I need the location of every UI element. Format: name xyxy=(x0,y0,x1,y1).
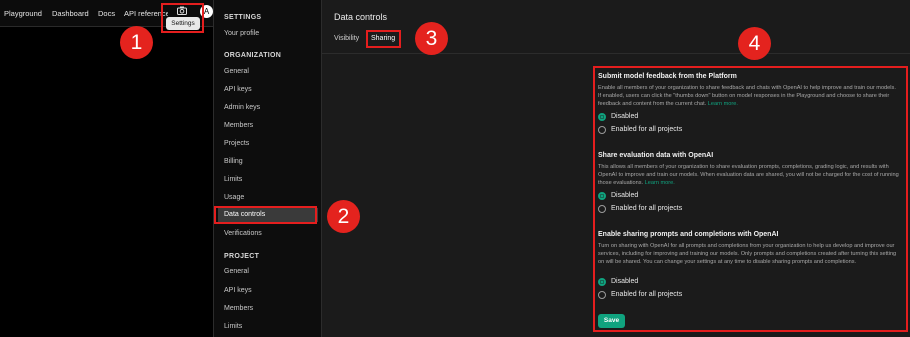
background-canvas xyxy=(0,0,213,337)
sidebar-item-members[interactable]: Members xyxy=(224,122,253,129)
sidebar-item-admin-keys[interactable]: Admin keys xyxy=(224,104,260,111)
sidebar-item-your-profile[interactable]: Your profile xyxy=(224,30,259,37)
sidebar-item-projects[interactable]: Projects xyxy=(224,140,249,147)
sidebar-item-project-members[interactable]: Members xyxy=(224,305,253,312)
nav-dashboard[interactable]: Dashboard xyxy=(52,9,89,18)
section-header-settings: SETTINGS xyxy=(224,14,262,21)
callout-badge-2: 2 xyxy=(327,200,360,233)
highlight-box-data-controls xyxy=(214,206,317,224)
sidebar-item-project-api-keys[interactable]: API keys xyxy=(224,287,252,294)
nav-docs[interactable]: Docs xyxy=(98,9,115,18)
page-title: Data controls xyxy=(334,12,388,22)
sidebar-item-project-general[interactable]: General xyxy=(224,268,249,275)
callout-badge-1: 1 xyxy=(120,26,153,59)
tab-visibility[interactable]: Visibility xyxy=(334,35,359,42)
section-header-organization: ORGANIZATION xyxy=(224,52,282,59)
sidebar-item-usage[interactable]: Usage xyxy=(224,194,244,201)
sidebar-item-project-limits[interactable]: Limits xyxy=(224,323,242,330)
nav-playground[interactable]: Playground xyxy=(4,9,42,18)
tab-divider xyxy=(321,53,910,54)
settings-sidebar: SETTINGS Your profile ORGANIZATION Gener… xyxy=(213,0,321,337)
highlight-box-sharing-tab xyxy=(366,30,401,48)
callout-badge-3: 3 xyxy=(415,22,448,55)
sidebar-item-limits[interactable]: Limits xyxy=(224,176,242,183)
sidebar-item-api-keys[interactable]: API keys xyxy=(224,86,252,93)
highlight-box-settings xyxy=(161,3,204,33)
sidebar-item-general[interactable]: General xyxy=(224,68,249,75)
callout-badge-4: 4 xyxy=(738,27,771,60)
section-header-project: PROJECT xyxy=(224,253,260,260)
sidebar-item-billing[interactable]: Billing xyxy=(224,158,243,165)
highlight-box-settings-panel xyxy=(593,66,908,332)
sidebar-item-verifications[interactable]: Verifications xyxy=(224,230,262,237)
